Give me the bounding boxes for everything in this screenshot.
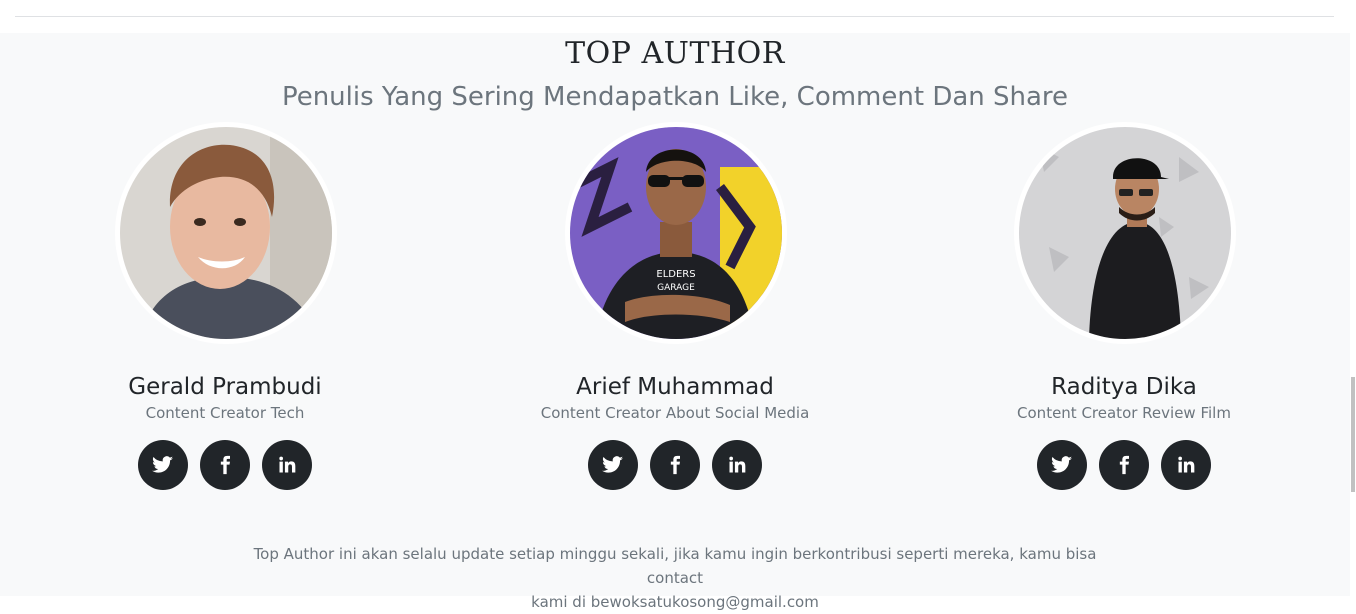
footer-note: Top Author ini akan selalu update setiap… bbox=[225, 542, 1125, 614]
social-links bbox=[974, 440, 1274, 490]
facebook-icon bbox=[670, 455, 680, 475]
linkedin-button[interactable] bbox=[262, 440, 312, 490]
twitter-icon bbox=[152, 456, 174, 473]
author-role: Content Creator Tech bbox=[145, 404, 305, 422]
author-name: Arief Muhammad bbox=[576, 374, 774, 400]
facebook-button[interactable] bbox=[200, 440, 250, 490]
avatar-arief: ELDERS GARAGE bbox=[570, 127, 782, 339]
svg-text:GARAGE: GARAGE bbox=[657, 283, 695, 293]
linkedin-icon bbox=[729, 456, 746, 473]
linkedin-icon bbox=[279, 456, 296, 473]
avatar-gerald bbox=[120, 127, 332, 339]
twitter-icon bbox=[1051, 456, 1073, 473]
avatar-ring: ELDERS GARAGE bbox=[565, 122, 787, 344]
facebook-icon bbox=[1119, 455, 1129, 475]
facebook-button[interactable] bbox=[1099, 440, 1149, 490]
author-name: Gerald Prambudi bbox=[128, 374, 322, 400]
linkedin-icon bbox=[1178, 456, 1195, 473]
section-subtitle: Penulis Yang Sering Mendapatkan Like, Co… bbox=[281, 82, 1069, 112]
social-links bbox=[525, 440, 825, 490]
scrollbar-thumb[interactable] bbox=[1351, 377, 1355, 492]
top-strip bbox=[0, 0, 1350, 33]
author-role: Content Creator Review Film bbox=[1017, 404, 1231, 422]
twitter-icon bbox=[602, 456, 624, 473]
twitter-button[interactable] bbox=[138, 440, 188, 490]
avatar-ring bbox=[1014, 122, 1236, 344]
section-title: TOP AUTHOR bbox=[565, 36, 785, 71]
svg-text:ELDERS: ELDERS bbox=[656, 269, 695, 280]
facebook-button[interactable] bbox=[650, 440, 700, 490]
linkedin-button[interactable] bbox=[712, 440, 762, 490]
linkedin-button[interactable] bbox=[1161, 440, 1211, 490]
social-links bbox=[75, 440, 375, 490]
avatar-raditya bbox=[1019, 127, 1231, 339]
facebook-icon bbox=[220, 455, 230, 475]
author-role: Content Creator About Social Media bbox=[540, 404, 810, 422]
author-name: Raditya Dika bbox=[1051, 374, 1197, 400]
footer-line: Top Author ini akan selalu update setiap… bbox=[253, 545, 1097, 587]
twitter-button[interactable] bbox=[1037, 440, 1087, 490]
footer-contact-line: kami di bewoksatukosong@gmail.com bbox=[531, 593, 819, 611]
divider bbox=[15, 16, 1334, 17]
twitter-button[interactable] bbox=[588, 440, 638, 490]
avatar-ring bbox=[115, 122, 337, 344]
scrollbar-track[interactable] bbox=[1350, 0, 1356, 596]
